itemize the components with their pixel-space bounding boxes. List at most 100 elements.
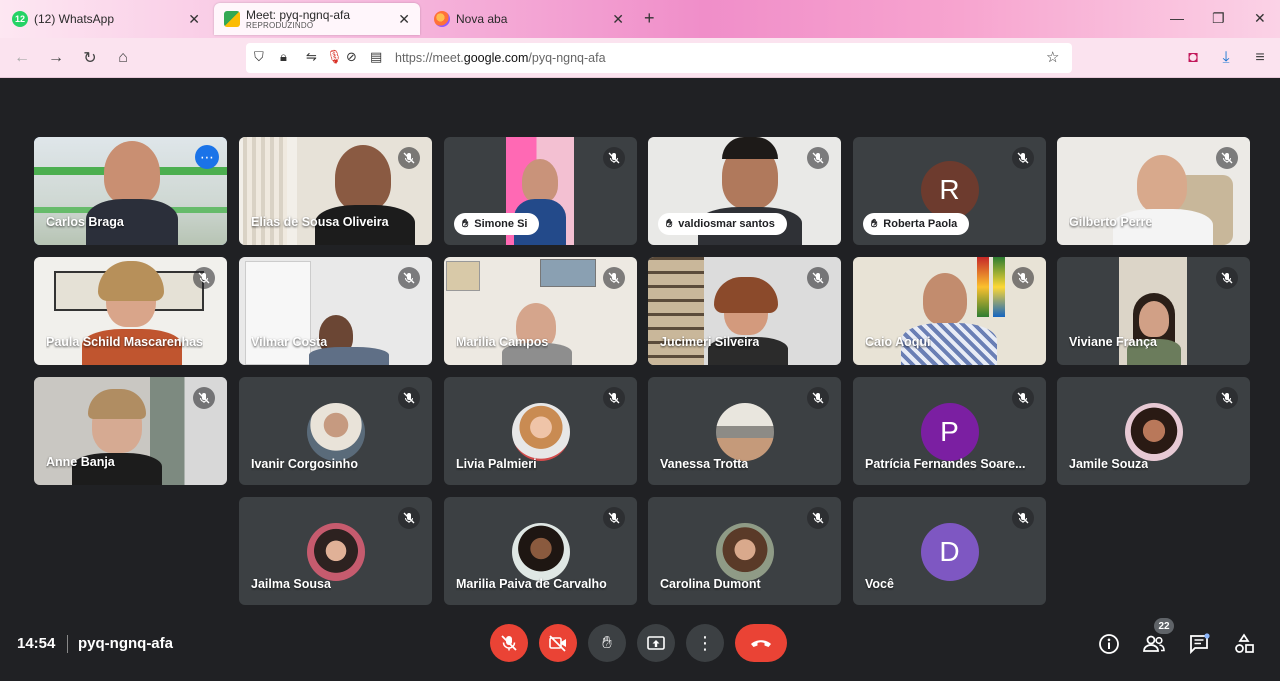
participant-name: Marilia Campos (456, 335, 549, 349)
participant-name: Caio Aoqui (865, 335, 931, 349)
mic-off-icon (398, 387, 420, 409)
firefox-icon (434, 11, 450, 27)
avatar (1124, 403, 1183, 461)
participant-tile[interactable]: Ivanir Corgosinho (239, 377, 432, 485)
participant-tile[interactable]: ✋︎ valdiosmar santos (648, 137, 841, 245)
participant-tile[interactable]: ✋︎ Simone Si (444, 137, 637, 245)
home-icon[interactable]: ⌂ (113, 48, 133, 68)
clock: 14:54 (17, 635, 56, 652)
camera-blocked-icon[interactable]: ⊘ (346, 49, 357, 65)
participant-tile[interactable]: Jamile Souza (1057, 377, 1250, 485)
mic-off-icon (807, 267, 829, 289)
tab-whatsapp[interactable]: 12 (12) WhatsApp ✕ (2, 3, 210, 35)
mic-off-icon (1012, 507, 1034, 529)
participant-tile[interactable]: Elias de Sousa Oliveira (239, 137, 432, 245)
close-tab-icon[interactable]: ✕ (612, 11, 624, 28)
lock-icon[interactable]: 🔒︎ (280, 49, 287, 65)
avatar (511, 403, 570, 461)
participant-tile[interactable]: Carolina Dumont (648, 497, 841, 605)
participant-tile[interactable]: Jailma Sousa (239, 497, 432, 605)
participant-tile[interactable]: Vanessa Trotta (648, 377, 841, 485)
camera-off-icon (549, 635, 566, 652)
avatar: D (920, 523, 979, 581)
participant-name: Jamile Souza (1069, 457, 1149, 471)
tab-audio-status: REPRODUZINDO (246, 20, 314, 30)
tab-meet[interactable]: Meet: pyq-ngnq-afa REPRODUZINDO ✕ (214, 3, 420, 35)
raised-hand-icon: ✋︎ (462, 217, 469, 230)
mic-off-icon (501, 635, 517, 651)
meeting-code: pyq-ngnq-afa (78, 635, 173, 652)
mic-off-icon (1216, 387, 1238, 409)
more-options-button[interactable]: ⋮ (686, 624, 724, 662)
participant-name: Você (865, 577, 894, 591)
menu-icon[interactable]: ≡ (1250, 48, 1270, 68)
participant-name: Patrícia Fernandes Soare... (865, 457, 1026, 471)
raised-hand-icon: ✋︎ (871, 217, 878, 230)
more-options-icon[interactable]: ⋯ (195, 145, 219, 169)
participant-name: Jucimeri Silveira (660, 335, 760, 349)
participant-tile[interactable]: Caio Aoqui (853, 257, 1046, 365)
participant-tile[interactable]: Marilia Campos (444, 257, 637, 365)
chat-icon[interactable] (1187, 632, 1211, 656)
participant-tile[interactable]: Marilia Paiva de Carvalho (444, 497, 637, 605)
avatar (715, 523, 774, 581)
activities-icon[interactable] (1232, 632, 1256, 656)
downloads-icon[interactable]: ⤓ (1216, 48, 1236, 68)
shield-icon[interactable]: ⛉ (254, 49, 264, 65)
participant-tile[interactable]: Viviane França (1057, 257, 1250, 365)
close-tab-icon[interactable]: ✕ (188, 11, 200, 28)
mic-off-icon (603, 507, 625, 529)
mic-off-icon (603, 387, 625, 409)
participant-name: Jailma Sousa (251, 577, 331, 591)
close-tab-icon[interactable]: ✕ (398, 11, 410, 28)
close-window-icon[interactable]: ✕ (1254, 10, 1266, 27)
more-vert-icon: ⋮ (696, 633, 714, 653)
participant-tile[interactable]: P Patrícia Fernandes Soare... (853, 377, 1046, 485)
avatar (715, 403, 774, 461)
reload-icon[interactable]: ↻ (80, 48, 100, 68)
mic-off-icon (193, 267, 215, 289)
forward-icon[interactable]: → (46, 48, 66, 68)
participant-tile[interactable]: ⋯ Carlos Braga (34, 137, 227, 245)
meeting-details-icon[interactable] (1097, 632, 1121, 656)
mic-off-icon (1012, 387, 1034, 409)
raised-hand-chip: ✋︎ Roberta Paola (863, 213, 970, 235)
participant-tile[interactable]: Paula Schild Mascarenhas (34, 257, 227, 365)
bookmark-star-icon[interactable]: ☆ (1046, 48, 1059, 66)
participant-tile[interactable]: Gilberto Perre (1057, 137, 1250, 245)
permissions-icon[interactable]: ⇋ (306, 49, 317, 65)
meet-icon (224, 11, 240, 27)
minimize-icon[interactable]: — (1170, 10, 1184, 26)
raise-hand-button[interactable]: ✋︎ (588, 624, 626, 662)
tab-title: Nova aba (456, 12, 508, 26)
toggle-mic-button[interactable] (490, 624, 528, 662)
address-bar[interactable]: ⛉ 🔒︎ ⇋ 🎙︎ ⊘ ▤ https://meet.google.com/py… (246, 43, 1072, 73)
participant-tile[interactable]: Jucimeri Silveira (648, 257, 841, 365)
participant-tile[interactable]: Anne Banja (34, 377, 227, 485)
people-icon[interactable] (1142, 632, 1166, 656)
participant-tile[interactable]: R ✋︎ Roberta Paola (853, 137, 1046, 245)
toggle-camera-button[interactable] (539, 624, 577, 662)
mic-off-icon (807, 147, 829, 169)
participant-tile[interactable]: Vilmar Costa (239, 257, 432, 365)
raised-hand-chip: ✋︎ Simone Si (454, 213, 540, 235)
avatar: P (920, 403, 979, 461)
restore-icon[interactable]: ❐ (1212, 10, 1225, 27)
mic-off-icon (398, 267, 420, 289)
tab-new[interactable]: Nova aba ✕ (424, 3, 634, 35)
participant-name: Vilmar Costa (251, 335, 328, 349)
reader-icon[interactable]: ▤ (370, 49, 382, 65)
present-screen-button[interactable] (637, 624, 675, 662)
raised-hand-icon: ✋︎ (602, 633, 612, 652)
participant-tile[interactable]: D Você (853, 497, 1046, 605)
participant-name: Livia Palmieri (456, 457, 537, 471)
new-tab-button[interactable]: + (644, 8, 655, 29)
participant-name: Gilberto Perre (1069, 215, 1153, 229)
microphone-icon[interactable]: 🎙︎ (326, 49, 343, 65)
participant-tile[interactable]: Livia Palmieri (444, 377, 637, 485)
leave-call-button[interactable] (735, 624, 787, 662)
back-icon[interactable]: ← (12, 48, 32, 68)
whatsapp-icon: 12 (12, 11, 28, 27)
pocket-icon[interactable]: ◘ (1183, 48, 1203, 68)
avatar (511, 523, 570, 581)
